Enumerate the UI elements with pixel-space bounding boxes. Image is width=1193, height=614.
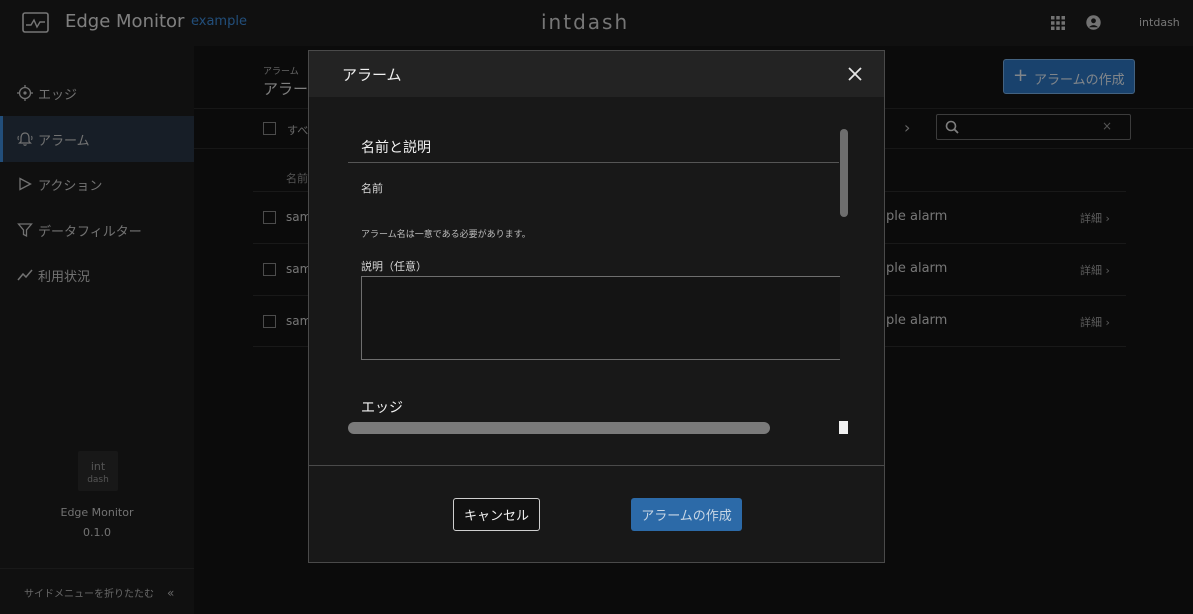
dialog-title: アラーム <box>342 66 402 84</box>
dialog-header: アラーム <box>309 51 884 97</box>
section-title-name-description: 名前と説明 <box>361 140 431 156</box>
alarm-description-input[interactable] <box>361 276 840 360</box>
close-icon[interactable] <box>846 65 864 83</box>
alarm-name-input[interactable] <box>361 198 839 222</box>
dialog-footer-divider <box>309 465 884 466</box>
description-label: 説明（任意） <box>361 260 427 273</box>
create-alarm-dialog: アラーム 名前と説明 名前 アラーム名は一意である必要があります。 説明（任意）… <box>308 50 885 563</box>
create-alarm-submit-button[interactable]: アラームの作成 <box>631 498 742 531</box>
scroll-corner-handle[interactable] <box>839 421 848 434</box>
section-title-edge: エッジ <box>361 400 403 416</box>
section-divider <box>348 162 839 163</box>
cancel-button[interactable]: キャンセル <box>453 498 540 531</box>
horizontal-scrollbar[interactable] <box>348 422 770 434</box>
name-hint: アラーム名は一意である必要があります。 <box>361 230 531 240</box>
name-label: 名前 <box>361 182 383 195</box>
dialog-body: 名前と説明 名前 アラーム名は一意である必要があります。 説明（任意） エッジ <box>309 97 884 465</box>
vertical-scrollbar[interactable] <box>840 129 848 217</box>
